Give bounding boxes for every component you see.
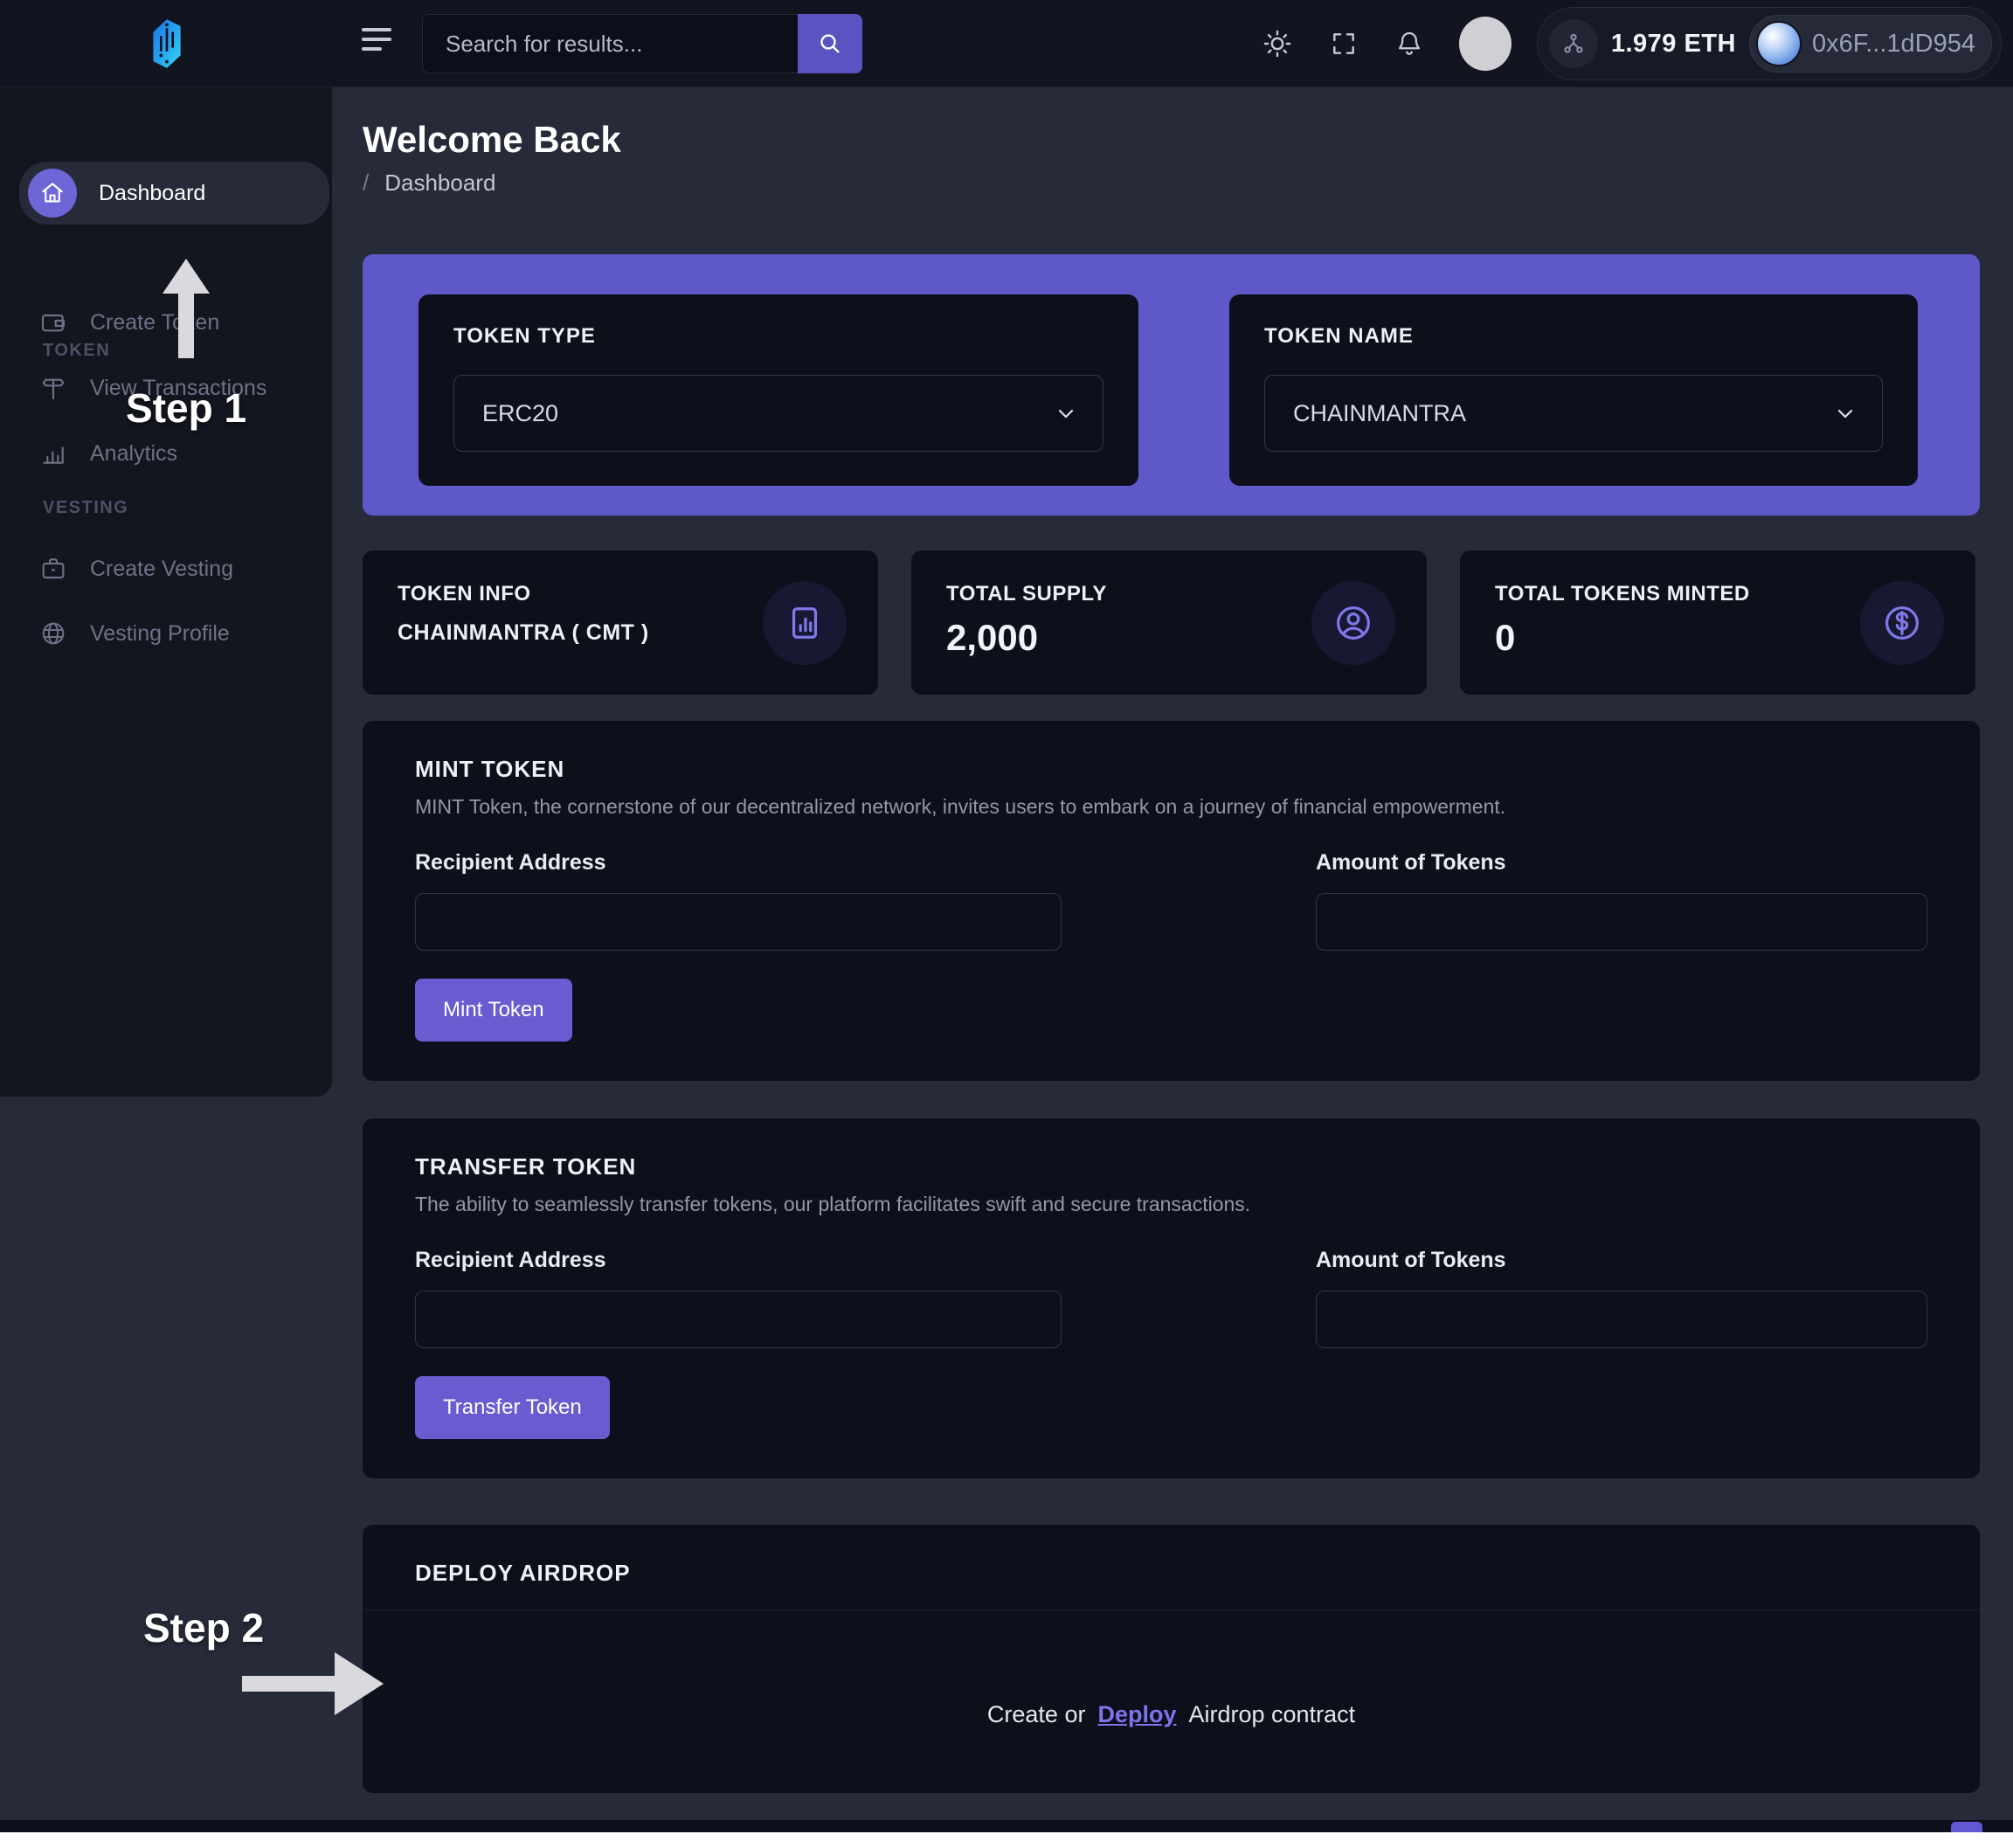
bar-chart-icon — [39, 440, 67, 467]
search-input[interactable] — [422, 14, 798, 73]
mint-form: Recipient Address Mint Token Amount of T… — [415, 850, 1927, 1042]
mint-token-panel: MINT TOKEN MINT Token, the cornerstone o… — [363, 721, 1980, 1081]
airdrop-title: DEPLOY AIRDROP — [415, 1560, 1927, 1587]
amount-of-tokens-label: Amount of Tokens — [1316, 1248, 1927, 1273]
sidebar: DASHBOARD Dashboard TOKEN Create Token V… — [0, 87, 332, 1097]
step1-up-arrow-icon — [163, 259, 210, 358]
token-name-label: TOKEN NAME — [1264, 324, 1883, 349]
stats-row: TOKEN INFO CHAINMANTRA ( CMT ) TOTAL SUP… — [363, 550, 1980, 695]
menu-toggle-button[interactable] — [362, 28, 393, 59]
token-banner: TOKEN TYPE ERC20 TOKEN NAME CHAINMANTRA — [363, 254, 1980, 516]
sidebar-item-label: Vesting Profile — [90, 621, 230, 647]
mint-token-button[interactable]: Mint Token — [415, 979, 572, 1042]
recipient-address-label: Recipient Address — [415, 1248, 1062, 1273]
transfer-amount-input[interactable] — [1316, 1291, 1927, 1348]
total-supply-card: TOTAL SUPPLY 2,000 — [911, 550, 1427, 695]
deploy-airdrop-panel: DEPLOY AIRDROP Create or Deploy Airdrop … — [363, 1525, 1980, 1793]
breadcrumb: / Dashboard — [363, 170, 1980, 196]
chart-board-icon — [763, 581, 847, 665]
home-icon — [28, 169, 77, 218]
token-type-card: TOKEN TYPE ERC20 — [419, 294, 1138, 486]
mint-description: MINT Token, the cornerstone of our decen… — [415, 795, 1927, 819]
signpost-icon — [39, 374, 67, 402]
search-icon — [816, 30, 844, 58]
sidebar-item-vesting-profile[interactable]: Vesting Profile — [0, 606, 332, 661]
notifications-button[interactable] — [1394, 29, 1424, 59]
wallet-icon — [39, 308, 67, 336]
mint-amount-input[interactable] — [1316, 893, 1927, 951]
bottom-bar — [0, 1820, 2013, 1832]
transfer-token-panel: TRANSFER TOKEN The ability to seamlessly… — [363, 1118, 1980, 1478]
transfer-token-button[interactable]: Transfer Token — [415, 1376, 610, 1439]
token-name-select[interactable]: CHAINMANTRA — [1264, 375, 1883, 452]
wallet-address-chip[interactable]: 0x6F...1dD954 — [1749, 15, 1992, 73]
crystal-logo-icon — [147, 18, 187, 69]
user-avatar[interactable] — [1459, 17, 1511, 71]
step1-annotation: Step 1 — [126, 384, 246, 432]
breadcrumb-separator: / — [363, 170, 369, 196]
token-type-value: ERC20 — [482, 400, 558, 427]
recipient-address-label: Recipient Address — [415, 850, 1062, 876]
scroll-top-chip[interactable] — [1951, 1822, 1982, 1832]
wallet-identicon — [1756, 21, 1802, 66]
airdrop-text-after: Airdrop contract — [1189, 1701, 1356, 1728]
deploy-link[interactable]: Deploy — [1097, 1701, 1176, 1728]
fullscreen-icon — [1330, 30, 1358, 58]
page-title: Welcome Back — [363, 121, 1980, 159]
transfer-description: The ability to seamlessly transfer token… — [415, 1193, 1927, 1216]
main-content: Welcome Back / Dashboard TOKEN TYPE ERC2… — [332, 87, 2013, 1793]
network-badge — [1549, 19, 1598, 68]
sidebar-item-analytics[interactable]: Analytics — [0, 426, 332, 481]
wallet-pill[interactable]: 1.979 ETH 0x6F...1dD954 — [1537, 7, 2002, 80]
token-type-label: TOKEN TYPE — [453, 324, 1103, 349]
airdrop-message: Create or Deploy Airdrop contract — [363, 1610, 1980, 1818]
token-name-card: TOKEN NAME CHAINMANTRA — [1229, 294, 1918, 486]
sun-icon — [1262, 28, 1293, 59]
sidebar-item-dashboard[interactable]: Dashboard — [19, 162, 329, 225]
step2-annotation: Step 2 — [143, 1604, 264, 1651]
breadcrumb-dashboard[interactable]: Dashboard — [384, 170, 495, 196]
sidebar-section-vesting: VESTING — [43, 498, 128, 518]
fullscreen-button[interactable] — [1330, 30, 1358, 58]
token-info-card: TOKEN INFO CHAINMANTRA ( CMT ) — [363, 550, 878, 695]
chevron-down-icon — [1054, 401, 1078, 426]
sidebar-item-label: Dashboard — [99, 181, 205, 206]
airdrop-text-before: Create or — [987, 1701, 1086, 1728]
network-nodes-icon — [1560, 31, 1587, 57]
topbar: 1.979 ETH 0x6F...1dD954 — [0, 0, 2013, 87]
token-name-value: CHAINMANTRA — [1293, 400, 1466, 427]
search-form — [422, 14, 862, 73]
briefcase-icon — [39, 555, 67, 583]
chevron-down-icon — [1833, 401, 1857, 426]
app-logo[interactable] — [145, 10, 189, 77]
theme-toggle-button[interactable] — [1262, 28, 1293, 59]
dollar-circle-icon — [1860, 581, 1944, 665]
bottom-white-strip — [0, 1832, 2013, 1848]
step2-right-arrow-icon — [242, 1652, 384, 1715]
bell-icon — [1394, 29, 1424, 59]
transfer-form: Recipient Address Transfer Token Amount … — [415, 1248, 1927, 1439]
transfer-recipient-input[interactable] — [415, 1291, 1062, 1348]
globe-icon — [39, 619, 67, 647]
tokens-minted-card: TOTAL TOKENS MINTED 0 — [1460, 550, 1975, 695]
mint-recipient-input[interactable] — [415, 893, 1062, 951]
eth-balance: 1.979 ETH — [1611, 30, 1736, 59]
sidebar-item-label: Analytics — [90, 441, 177, 467]
transfer-title: TRANSFER TOKEN — [415, 1153, 1927, 1180]
mint-title: MINT TOKEN — [415, 756, 1927, 783]
wallet-address: 0x6F...1dD954 — [1812, 30, 1975, 59]
token-type-select[interactable]: ERC20 — [453, 375, 1103, 452]
sidebar-item-label: Create Vesting — [90, 557, 233, 582]
sidebar-item-create-vesting[interactable]: Create Vesting — [0, 542, 332, 596]
search-button[interactable] — [798, 14, 862, 73]
amount-of-tokens-label: Amount of Tokens — [1316, 850, 1927, 876]
user-circle-icon — [1311, 581, 1395, 665]
